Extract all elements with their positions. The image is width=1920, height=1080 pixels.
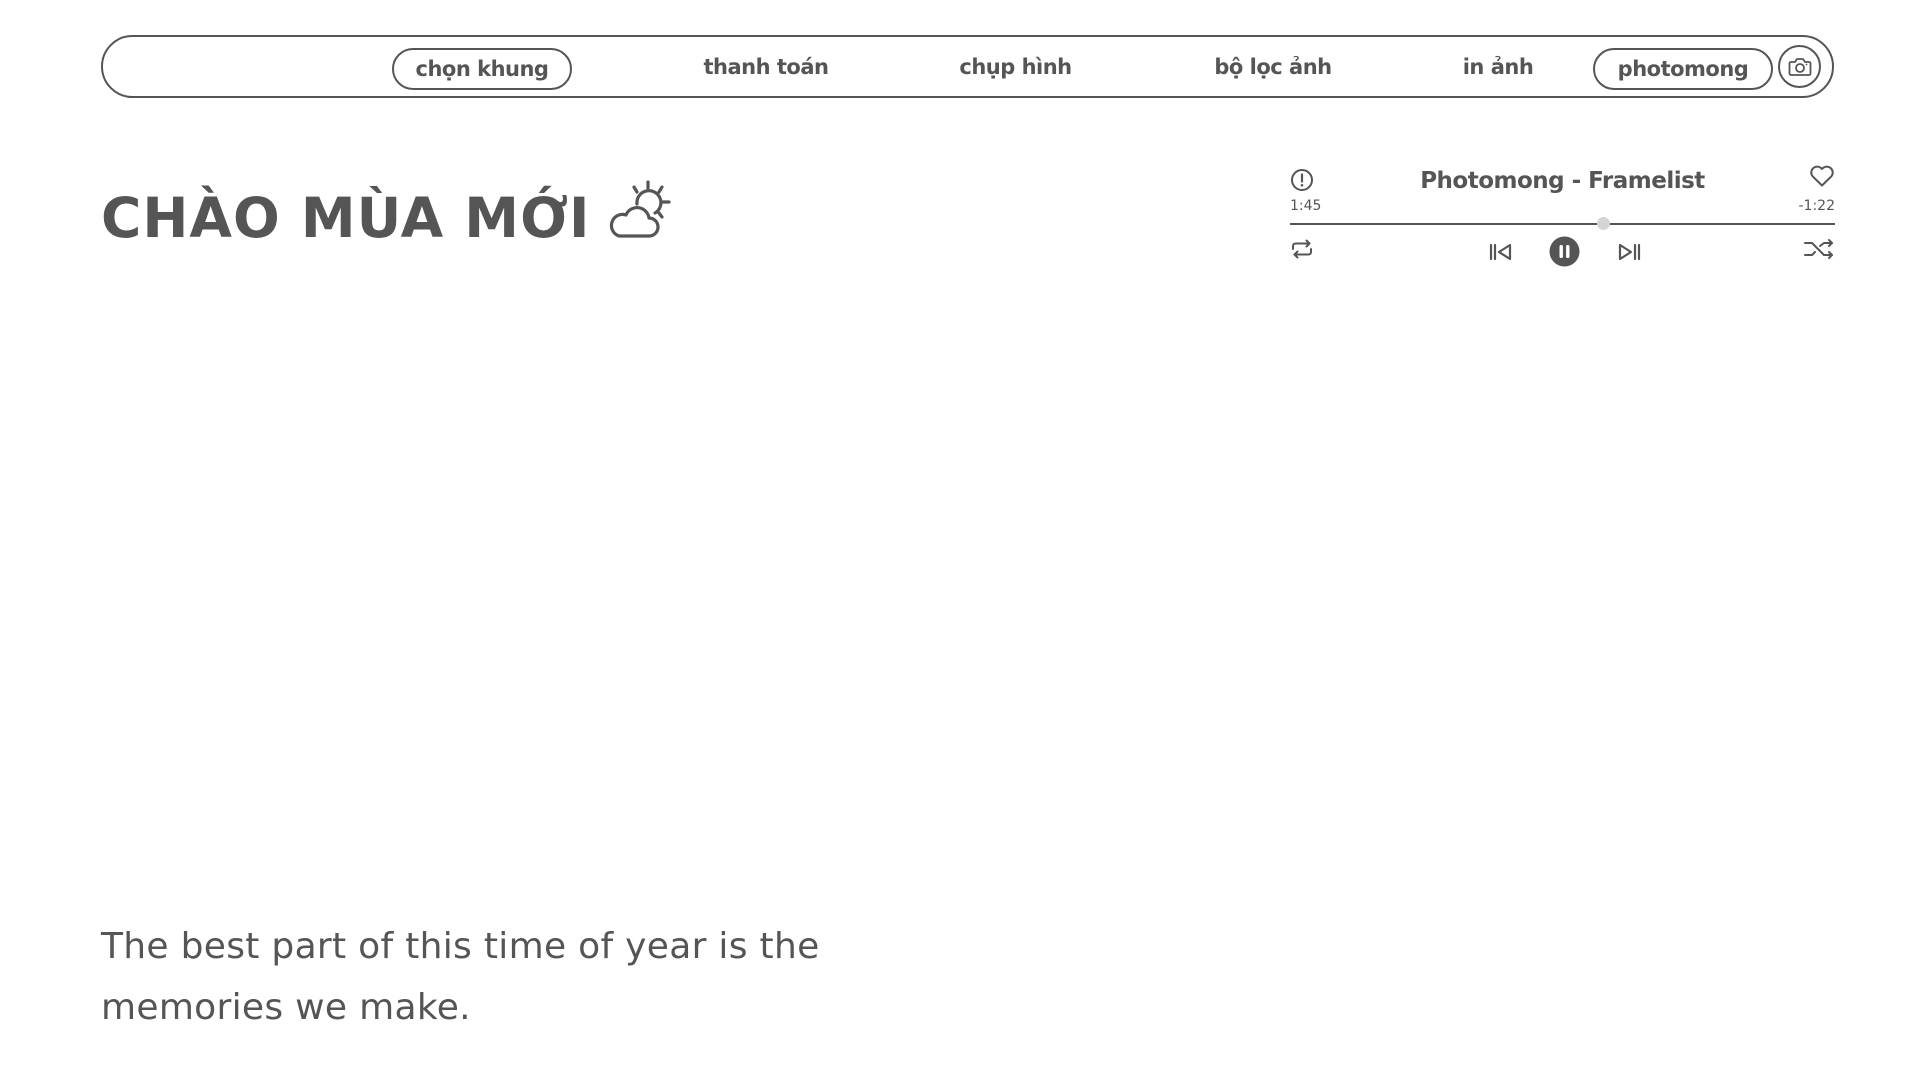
camera-icon bbox=[1788, 57, 1811, 76]
progress-bar[interactable] bbox=[1290, 223, 1835, 225]
next-button[interactable] bbox=[1616, 240, 1642, 264]
nav-item-chon-khung[interactable]: chọn khung bbox=[392, 48, 572, 90]
top-nav: chọn khung thanh toán chụp hình bộ lọc ả… bbox=[101, 35, 1834, 98]
time-elapsed: 1:45 bbox=[1290, 198, 1322, 214]
nav-item-chup-hinh[interactable]: chụp hình bbox=[903, 48, 1128, 90]
progress-knob[interactable] bbox=[1597, 217, 1611, 230]
shuffle-icon bbox=[1804, 239, 1833, 259]
page-title: CHÀO MÙA MỚI bbox=[101, 186, 591, 250]
nav-item-in-anh[interactable]: in ảnh bbox=[1418, 48, 1578, 90]
music-player: Photomong - Framelist 1:45 -1:22 bbox=[1290, 160, 1835, 272]
pause-icon bbox=[1549, 236, 1580, 267]
hero-title: CHÀO MÙA MỚI bbox=[101, 180, 675, 253]
shuffle-button[interactable] bbox=[1803, 237, 1835, 261]
info-icon[interactable] bbox=[1290, 168, 1314, 192]
camera-button[interactable] bbox=[1778, 45, 1821, 88]
next-icon bbox=[1618, 243, 1641, 261]
previous-button[interactable] bbox=[1488, 240, 1514, 264]
nav-item-photomong[interactable]: photomong bbox=[1593, 48, 1773, 90]
repeat-icon bbox=[1292, 239, 1312, 259]
repeat-button[interactable] bbox=[1290, 237, 1314, 261]
track-title: Photomong - Framelist bbox=[1420, 168, 1705, 194]
partly-sunny-icon bbox=[609, 180, 671, 238]
previous-icon bbox=[1489, 243, 1512, 261]
time-remaining: -1:22 bbox=[1798, 198, 1836, 214]
nav-item-thanh-toan[interactable]: thanh toán bbox=[651, 48, 881, 90]
nav-item-bo-loc-anh[interactable]: bộ lọc ảnh bbox=[1163, 48, 1383, 90]
pause-button[interactable] bbox=[1549, 236, 1580, 267]
tagline: The best part of this time of year is th… bbox=[101, 926, 820, 1028]
heart-icon[interactable] bbox=[1809, 164, 1835, 188]
